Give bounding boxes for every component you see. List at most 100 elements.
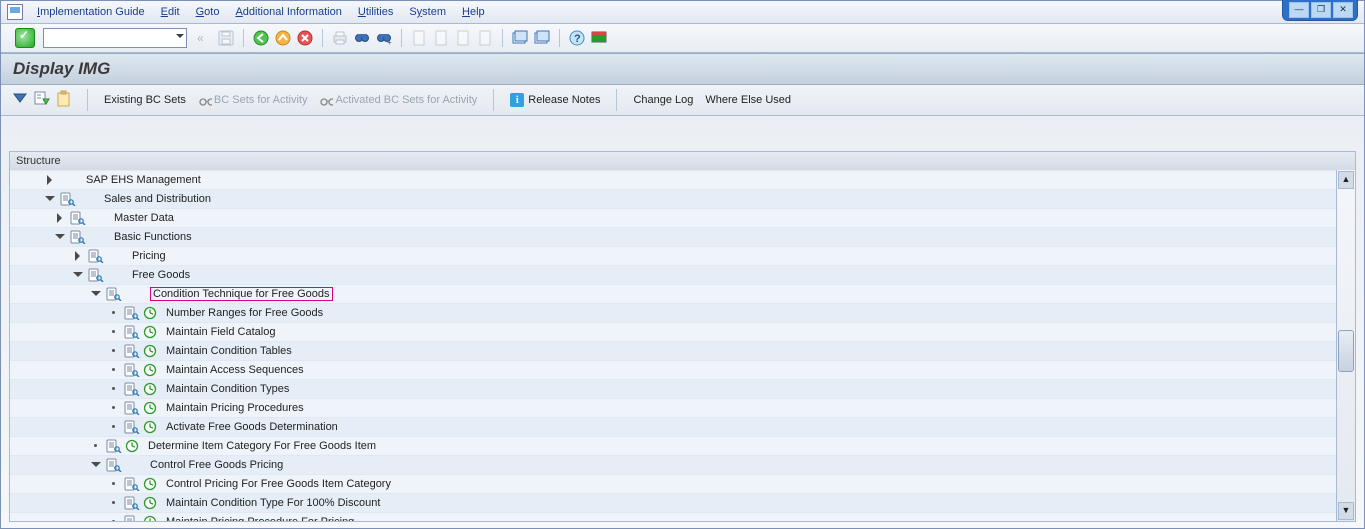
tree-node[interactable]: Control Pricing For Free Goods Item Cate… [10,474,1337,493]
collapse-icon[interactable] [90,288,102,300]
img-activity-icon[interactable] [142,363,158,377]
menu-system[interactable]: System [409,6,446,18]
expand-icon[interactable] [54,212,66,224]
expand-icon[interactable] [44,174,56,186]
find-next-icon[interactable] [375,29,393,47]
img-doc-icon[interactable] [124,325,140,339]
activated-bc-sets-button[interactable]: Activated BC Sets for Activity [313,93,483,107]
menu-goto[interactable]: Goto [196,6,220,18]
img-activity-icon[interactable] [142,344,158,358]
release-notes-button[interactable]: iRelease Notes [504,93,606,107]
collapse-icon[interactable] [54,231,66,243]
img-doc-icon[interactable] [124,515,140,521]
last-page-icon[interactable] [476,29,494,47]
img-activity-icon[interactable] [142,420,158,434]
menu-edit[interactable]: Edit [161,6,180,18]
minimize-button[interactable]: — [1289,2,1309,18]
add-to-worklist-icon[interactable] [33,90,53,110]
back-icon[interactable] [252,29,270,47]
tree-node[interactable]: Basic Functions [10,227,1337,246]
img-activity-icon[interactable] [142,477,158,491]
prev-page-icon[interactable] [432,29,450,47]
img-tree[interactable]: SAP EHS ManagementSales and Distribution… [10,170,1337,521]
img-doc-icon[interactable] [124,344,140,358]
tree-node[interactable]: Maintain Access Sequences [10,360,1337,379]
img-doc-icon[interactable] [106,439,122,453]
img-activity-icon[interactable] [142,515,158,521]
expand-all-icon[interactable] [11,90,31,110]
first-page-icon[interactable] [410,29,428,47]
new-session-icon[interactable] [511,29,529,47]
tree-node[interactable]: Determine Item Category For Free Goods I… [10,436,1337,455]
app-menu-icon[interactable] [7,4,23,20]
tree-node[interactable]: Number Ranges for Free Goods [10,303,1337,322]
vertical-scrollbar[interactable]: ▲ ▼ [1336,170,1355,521]
img-activity-icon[interactable] [142,401,158,415]
expand-icon[interactable] [72,250,84,262]
menu-utilities[interactable]: Utilities [358,6,393,18]
tree-node[interactable]: Maintain Field Catalog [10,322,1337,341]
tree-node[interactable]: Maintain Pricing Procedure For Pricing [10,512,1337,521]
collapse-icon[interactable] [72,269,84,281]
tree-node[interactable]: Condition Technique for Free Goods [10,284,1337,303]
img-doc-icon[interactable] [88,268,104,282]
enter-icon[interactable] [15,28,35,48]
img-activity-icon[interactable] [124,439,140,453]
chevrons-left-icon[interactable]: « [195,29,213,47]
tree-node[interactable]: Sales and Distribution [10,189,1337,208]
tree-node[interactable]: Activate Free Goods Determination [10,417,1337,436]
img-doc-icon[interactable] [60,192,76,206]
img-activity-icon[interactable] [142,325,158,339]
customize-layout-icon[interactable] [590,29,608,47]
img-doc-icon[interactable] [106,458,122,472]
change-log-button[interactable]: Change Log [627,94,699,106]
clipboard-icon[interactable] [55,90,75,110]
bc-sets-for-activity-button[interactable]: BC Sets for Activity [192,93,314,107]
img-doc-icon[interactable] [70,211,86,225]
scroll-thumb[interactable] [1338,330,1354,372]
next-page-icon[interactable] [454,29,472,47]
img-activity-icon[interactable] [142,382,158,396]
where-else-used-button[interactable]: Where Else Used [699,94,797,106]
create-shortcut-icon[interactable] [533,29,551,47]
find-icon[interactable] [353,29,371,47]
tree-node[interactable]: Control Free Goods Pricing [10,455,1337,474]
tree-node[interactable]: Maintain Condition Types [10,379,1337,398]
img-doc-icon[interactable] [124,496,140,510]
print-icon[interactable] [331,29,349,47]
scroll-down-button[interactable]: ▼ [1338,502,1354,520]
collapse-icon[interactable] [90,459,102,471]
command-field[interactable] [43,28,187,48]
img-doc-icon[interactable] [70,230,86,244]
tree-node[interactable]: Maintain Pricing Procedures [10,398,1337,417]
save-icon[interactable] [217,29,235,47]
img-activity-icon[interactable] [142,306,158,320]
scroll-up-button[interactable]: ▲ [1338,171,1354,189]
tree-node[interactable]: Free Goods [10,265,1337,284]
img-doc-icon[interactable] [124,401,140,415]
img-doc-icon[interactable] [124,382,140,396]
help-icon[interactable] [568,29,586,47]
img-doc-icon[interactable] [124,306,140,320]
restore-button[interactable]: ❐ [1311,2,1331,18]
tree-node[interactable]: Maintain Condition Tables [10,341,1337,360]
cancel-icon[interactable] [296,29,314,47]
img-doc-icon[interactable] [124,420,140,434]
menu-implementation-guide[interactable]: Implementation Guide [37,6,145,18]
tree-node[interactable]: Maintain Condition Type For 100% Discoun… [10,493,1337,512]
tree-node[interactable]: Pricing [10,246,1337,265]
img-doc-icon[interactable] [124,363,140,377]
menu-help[interactable]: Help [462,6,485,18]
img-doc-icon[interactable] [88,249,104,263]
tree-node[interactable]: Master Data [10,208,1337,227]
img-doc-icon[interactable] [124,477,140,491]
img-activity-icon[interactable] [142,496,158,510]
menu-additional-information[interactable]: Additional Information [235,6,341,18]
close-button[interactable]: ✕ [1333,2,1353,18]
img-doc-icon[interactable] [106,287,122,301]
collapse-icon[interactable] [44,193,56,205]
tree-node-label: Maintain Field Catalog [166,326,275,338]
tree-node[interactable]: SAP EHS Management [10,170,1337,189]
existing-bc-sets-button[interactable]: Existing BC Sets [98,94,192,106]
exit-icon[interactable] [274,29,292,47]
